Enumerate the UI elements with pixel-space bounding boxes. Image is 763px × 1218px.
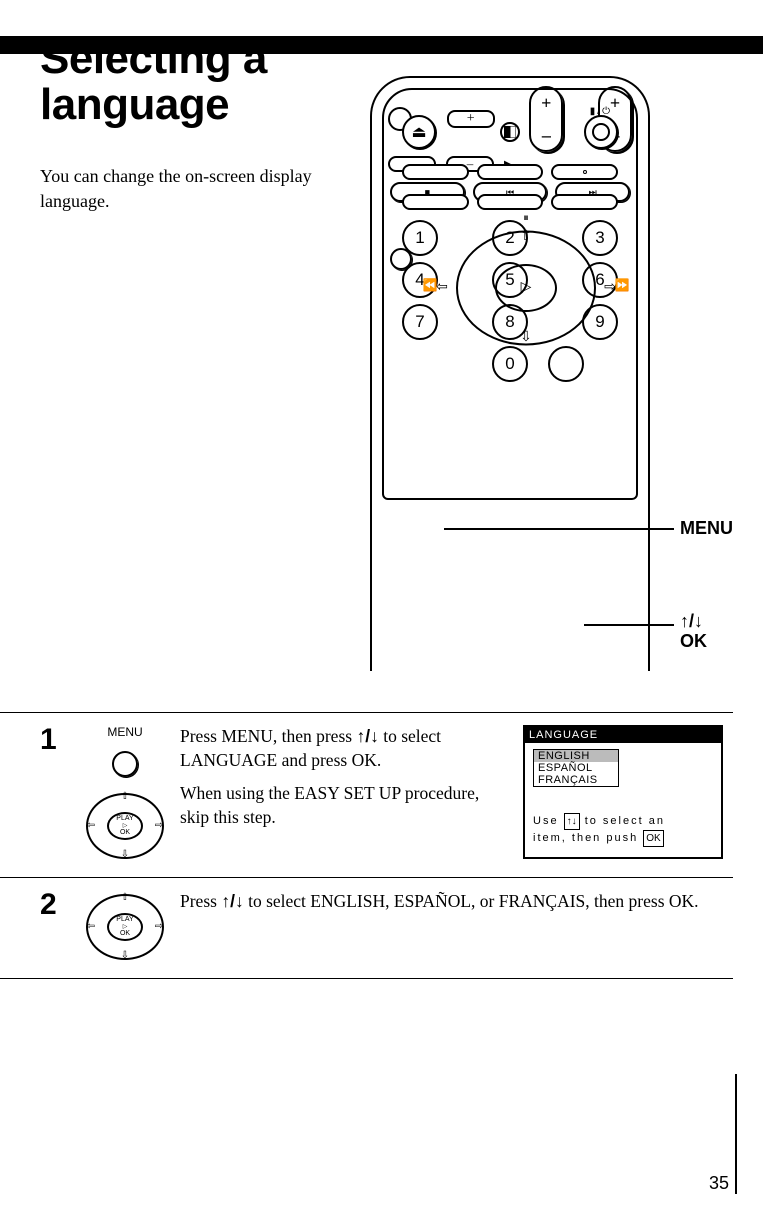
dpad-center: ▷ (495, 264, 557, 312)
dpad-icon: PLAY ▷ OK ⇧ ⇩ ⇦ ⇨ (82, 789, 168, 863)
eject-button: ⏏ (402, 115, 436, 149)
arrow-up-down-icon: ↑/↓ (356, 726, 378, 746)
pill-row-2 (384, 190, 636, 214)
standby-icon: ⏻ (602, 106, 610, 117)
ok-label: OK (680, 631, 707, 651)
power-inner (592, 123, 610, 141)
steps-section: 1 MENU PLAY ▷ OK ⇧ ⇩ ⇦ ⇨ (0, 712, 733, 979)
keypad-row: 0 (402, 346, 618, 382)
ok-label: OK (120, 829, 130, 837)
indicator-button (500, 122, 520, 142)
osd-language-list: ENGLISH ESPAÑOL FRANÇAIS (533, 749, 619, 787)
osd-hint: Use ↑↓ to select an item, then push OK (533, 813, 713, 847)
osd-screen: LANGUAGE ENGLISH ESPAÑOL FRANÇAIS Use ↑↓… (523, 725, 723, 859)
step-icons: PLAY ▷ OK ⇧ ⇩ ⇦ ⇨ (70, 890, 180, 964)
arrow-up-down-icon: ↑/↓ (680, 611, 703, 631)
remote-top-row: ⏏ (384, 90, 636, 154)
ok-box-icon: OK (643, 830, 663, 847)
pill-button (551, 194, 618, 210)
step-text: Press MENU, then press ↑/↓ to select LAN… (180, 725, 523, 830)
menu-button-icon (112, 751, 138, 777)
pill-button (402, 194, 469, 210)
arrow-box-icon: ↑↓ (564, 813, 580, 830)
manual-page: Selecting a language You can change the … (0, 36, 763, 1218)
key-0: 0 (492, 346, 528, 382)
key-blank (548, 346, 584, 382)
split-circle-icon (504, 126, 516, 138)
intro-paragraph: You can change the on-screen display lan… (40, 164, 370, 213)
dot-icon (583, 170, 587, 174)
step-number: 2 (40, 890, 70, 920)
ffwd-icon: ⏩ (612, 278, 632, 298)
osd-item-selected: ENGLISH (534, 750, 618, 762)
pill-button (477, 164, 544, 180)
pill-button (402, 164, 469, 180)
play-label: PLAY (116, 815, 133, 823)
osd-header: LANGUAGE (525, 727, 721, 743)
menu-callout-line (444, 528, 674, 530)
menu-icon-label: MENU (107, 725, 142, 739)
up-arrow-icon: ⇧ (518, 229, 534, 245)
osd-body: ENGLISH ESPAÑOL FRANÇAIS Use ↑↓ to selec… (525, 743, 721, 857)
down-arrow-icon: ⇩ (518, 330, 534, 346)
remote-frame: ⏏ ▮/⏻ (370, 76, 650, 671)
right-page-rule (735, 1074, 737, 1194)
step-2: 2 PLAY ▷ OK ⇧ ⇩ ⇦ ⇨ Press ↑/↓ to (0, 877, 733, 979)
title-line-2: language (40, 80, 229, 129)
step-number: 1 (40, 725, 70, 755)
rew-icon: ⏪ (420, 278, 440, 298)
eject-icon: ⏏ (411, 122, 426, 142)
power-button (584, 115, 618, 149)
pill-button (551, 164, 618, 180)
step-text: Press ↑/↓ to select ENGLISH, ESPAÑOL, or… (180, 890, 733, 914)
ok-label: OK (120, 930, 130, 938)
step-1: 1 MENU PLAY ▷ OK ⇧ ⇩ ⇦ ⇨ (0, 712, 733, 877)
osd-item: ESPAÑOL (534, 762, 618, 774)
pill-button (477, 194, 544, 210)
power-label: ▮/⏻ (590, 106, 610, 117)
power-bar-icon: ▮ (590, 106, 596, 117)
dpad: ▷ ⇧ ⇩ ⇦ ⇨ ⏪ ⏩ (426, 225, 626, 350)
dpad-icon: PLAY ▷ OK ⇧ ⇩ ⇦ ⇨ (82, 890, 168, 964)
step-icons: MENU PLAY ▷ OK ⇧ ⇩ ⇦ ⇨ (70, 725, 180, 863)
ok-callout-line (584, 624, 674, 626)
osd-item: FRANÇAIS (534, 774, 618, 786)
remote-diagram: ⏏ ▮/⏻ (370, 76, 690, 686)
arrows-ok-callout-label: ↑/↓ OK (680, 612, 707, 652)
pill-row-1 (384, 160, 636, 184)
menu-callout-label: MENU (680, 518, 733, 539)
arrow-up-down-icon: ↑/↓ (221, 891, 243, 911)
page-number: 35 (709, 1173, 729, 1194)
osd-preview: LANGUAGE ENGLISH ESPAÑOL FRANÇAIS Use ↑↓… (523, 725, 733, 859)
play-label: PLAY (116, 916, 133, 924)
top-black-bar (0, 36, 763, 54)
